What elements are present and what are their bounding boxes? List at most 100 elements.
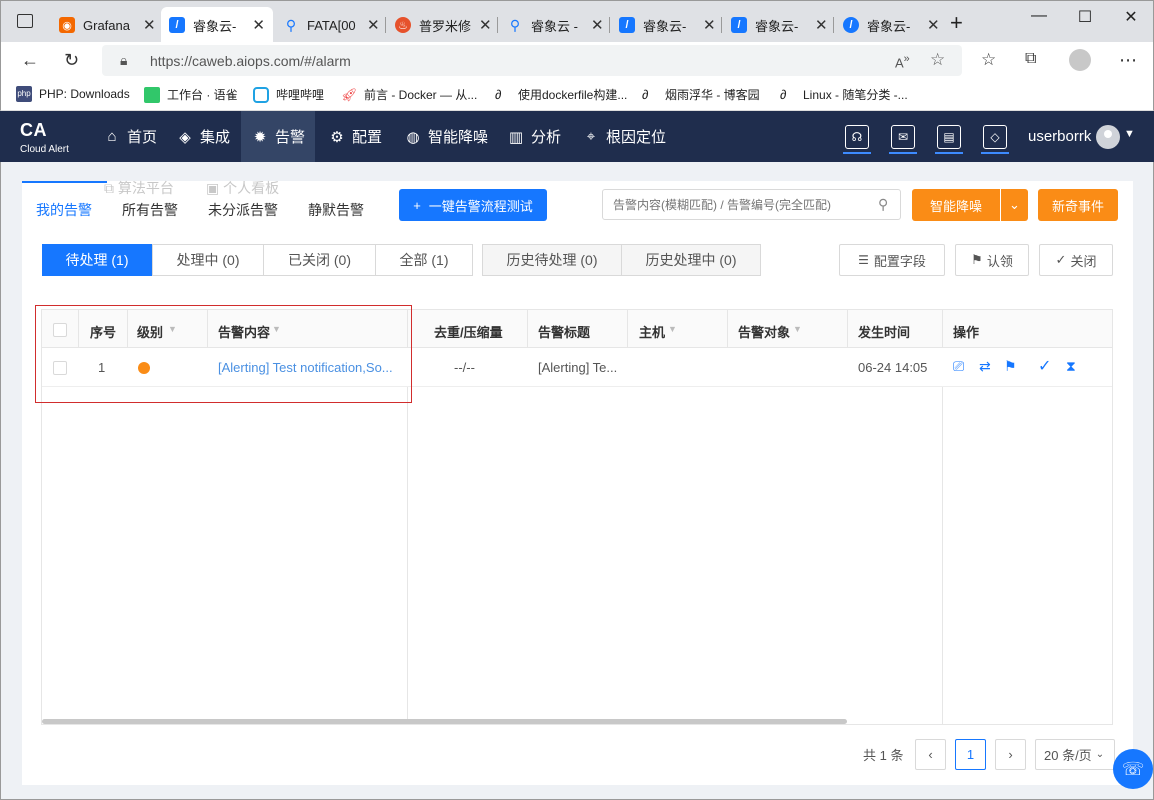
- browser-tab-bar: ◉ Grafana ✕ / 睿象云- ✕ ⚲ FATA[00 ✕ ♨ 普罗米修 …: [0, 0, 1154, 43]
- browser-tab-prometheus[interactable]: ♨ 普罗米修 ✕: [387, 7, 500, 43]
- browser-tab-ca-3[interactable]: / 睿象云- ✕: [723, 7, 836, 43]
- nav-analysis[interactable]: ▥ 分析: [497, 111, 571, 162]
- horizontal-scrollbar[interactable]: [42, 719, 847, 724]
- merge-icon[interactable]: ⧗: [1066, 358, 1076, 375]
- rocket-icon: 🚀︎: [341, 86, 358, 102]
- status-tab-history-processing[interactable]: 历史处理中 (0): [621, 244, 761, 276]
- sliders-icon: ☰: [858, 253, 869, 267]
- browser-tab-grafana[interactable]: ◉ Grafana ✕: [51, 7, 164, 43]
- status-tab-pending[interactable]: 待处理 (1): [42, 244, 152, 276]
- status-tab-processing[interactable]: 处理中 (0): [152, 244, 264, 276]
- profile-icon[interactable]: [1069, 49, 1091, 71]
- tab-my-alarms[interactable]: 我的告警: [36, 200, 92, 220]
- close-icon[interactable]: ✕: [815, 16, 828, 34]
- noise-reduction-button[interactable]: 智能降噪: [912, 189, 1000, 221]
- bookmark-cnblogs[interactable]: ∂ 烟雨浮华 - 博客园: [642, 86, 760, 103]
- minimize-icon[interactable]: —: [1016, 7, 1062, 25]
- search-icon[interactable]: ⚲: [878, 196, 888, 213]
- view-detail-icon[interactable]: ⎚: [953, 358, 964, 375]
- ca-icon: /: [731, 17, 747, 33]
- nav-noise-reduction[interactable]: ◍ 智能降噪: [394, 111, 498, 162]
- collections-icon[interactable]: ⧉: [1025, 50, 1036, 68]
- new-tab-icon[interactable]: +: [950, 10, 963, 36]
- nav-integration[interactable]: ◈ 集成: [166, 111, 240, 162]
- headset-icon[interactable]: ☊: [843, 125, 871, 154]
- back-icon[interactable]: ←: [21, 50, 39, 71]
- occurred-time: 06-24 14:05: [858, 360, 928, 375]
- window-close-icon[interactable]: ✕: [1108, 7, 1154, 27]
- avatar[interactable]: [1096, 125, 1120, 149]
- filter-icon[interactable]: ▼: [793, 324, 802, 334]
- nav-root-cause[interactable]: ⌖ 根因定位: [572, 111, 676, 162]
- transfer-icon[interactable]: ⇄: [979, 358, 991, 375]
- close-icon[interactable]: ✕: [143, 16, 156, 34]
- close-icon[interactable]: ✕: [252, 16, 265, 34]
- column-time: 发生时间: [858, 325, 911, 340]
- next-page-button[interactable]: ›: [995, 739, 1026, 770]
- more-icon[interactable]: ⋯: [1119, 50, 1137, 71]
- prev-page-button[interactable]: ‹: [915, 739, 946, 770]
- bilibili-icon: [253, 86, 269, 103]
- close-icon[interactable]: ✕: [591, 16, 604, 34]
- flag-icon[interactable]: ⚑: [1004, 358, 1017, 375]
- browser-tab-ca-4[interactable]: / 睿象云- ✕: [835, 7, 948, 43]
- ca-icon: /: [169, 17, 185, 33]
- inbox-icon[interactable]: ✉: [889, 125, 917, 154]
- page-button[interactable]: 1: [955, 739, 986, 770]
- noise-reduction-dropdown[interactable]: ⌄: [1001, 189, 1028, 221]
- chevron-left-icon: ‹: [928, 747, 933, 762]
- book-icon[interactable]: ▤: [935, 125, 963, 154]
- support-chat-icon[interactable]: ☏: [1113, 749, 1153, 789]
- bookmark-docker[interactable]: 🚀︎ 前言 - Docker — 从...: [341, 86, 477, 103]
- favorites-icon[interactable]: ☆: [981, 50, 996, 70]
- status-tab-all[interactable]: 全部 (1): [375, 244, 473, 276]
- new-event-button[interactable]: 新奇事件: [1038, 189, 1118, 221]
- column-host: 主机: [639, 325, 666, 340]
- add-favorite-icon[interactable]: ☆: [930, 50, 945, 70]
- close-icon[interactable]: ✕: [703, 16, 716, 34]
- refresh-icon[interactable]: ↻: [64, 50, 79, 71]
- claim-button[interactable]: ⚑ 认领: [955, 244, 1029, 276]
- close-icon[interactable]: ✕: [479, 16, 492, 34]
- page-size-select[interactable]: 20 条/页 ⌄: [1035, 739, 1115, 770]
- ghost-tab-dashboard: ▣ 个人看板: [206, 180, 280, 196]
- filter-icon[interactable]: ▼: [668, 324, 677, 334]
- bookmark-dockerfile[interactable]: ∂ 使用dockerfile构建...: [495, 86, 627, 103]
- tab-all-alarms[interactable]: 所有告警: [122, 200, 178, 220]
- logo-subtitle: Cloud Alert: [20, 144, 69, 155]
- browser-tab-fata[interactable]: ⚲ FATA[00 ✕: [275, 7, 388, 43]
- browser-tab-active[interactable]: / 睿象云- ✕: [161, 7, 273, 43]
- bookmark-yuque[interactable]: 工作台 · 语雀: [144, 86, 238, 103]
- close-icon[interactable]: ✕: [927, 16, 940, 34]
- address-bar: ← ↻ 🔒︎ https://caweb.aiops.com/#/alarm A…: [0, 42, 1154, 79]
- check-icon[interactable]: ✓: [1038, 356, 1051, 376]
- nav-alarm[interactable]: ✹ 告警: [241, 111, 315, 162]
- browser-tab-ca-2[interactable]: / 睿象云- ✕: [611, 7, 724, 43]
- nav-config[interactable]: ⚙ 配置: [318, 111, 392, 162]
- config-fields-button[interactable]: ☰ 配置字段: [839, 244, 945, 276]
- close-icon[interactable]: ✕: [367, 16, 380, 34]
- status-tab-history-pending[interactable]: 历史待处理 (0): [482, 244, 622, 276]
- browser-tab-search[interactable]: ⚲ 睿象云 - ✕: [499, 7, 612, 43]
- search-input[interactable]: [602, 189, 901, 220]
- tab-unassigned-alarms[interactable]: 未分派告警: [208, 200, 278, 220]
- read-aloud-icon[interactable]: A»: [895, 53, 910, 70]
- test-alarm-flow-button[interactable]: + 一键告警流程测试: [399, 189, 547, 221]
- bookmark-linux[interactable]: ∂ Linux - 随笔分类 -...: [780, 86, 908, 103]
- cnblogs-icon: ∂: [495, 86, 502, 102]
- bookmark-bilibili[interactable]: 哔哩哔哩: [253, 86, 324, 103]
- logo-title[interactable]: CA: [20, 120, 47, 141]
- column-dedup: 去重/压缩量: [434, 325, 503, 340]
- username[interactable]: userborrk: [1028, 128, 1091, 145]
- url-field[interactable]: 🔒︎ https://caweb.aiops.com/#/alarm A» ☆: [102, 45, 962, 76]
- chevron-right-icon: ›: [1008, 747, 1013, 762]
- nav-home[interactable]: ⌂ 首页: [93, 111, 167, 162]
- bookmark-php[interactable]: php PHP: Downloads: [16, 86, 130, 102]
- status-tab-closed[interactable]: 已关闭 (0): [263, 244, 376, 276]
- close-alarm-button[interactable]: ✓ 关闭: [1039, 244, 1113, 276]
- diamond-icon[interactable]: ◇: [981, 125, 1009, 154]
- tab-silenced-alarms[interactable]: 静默告警: [308, 200, 364, 220]
- chevron-down-icon[interactable]: ▼: [1124, 128, 1135, 140]
- maximize-icon[interactable]: ☐: [1062, 7, 1108, 27]
- tab-actions-icon[interactable]: [17, 14, 33, 28]
